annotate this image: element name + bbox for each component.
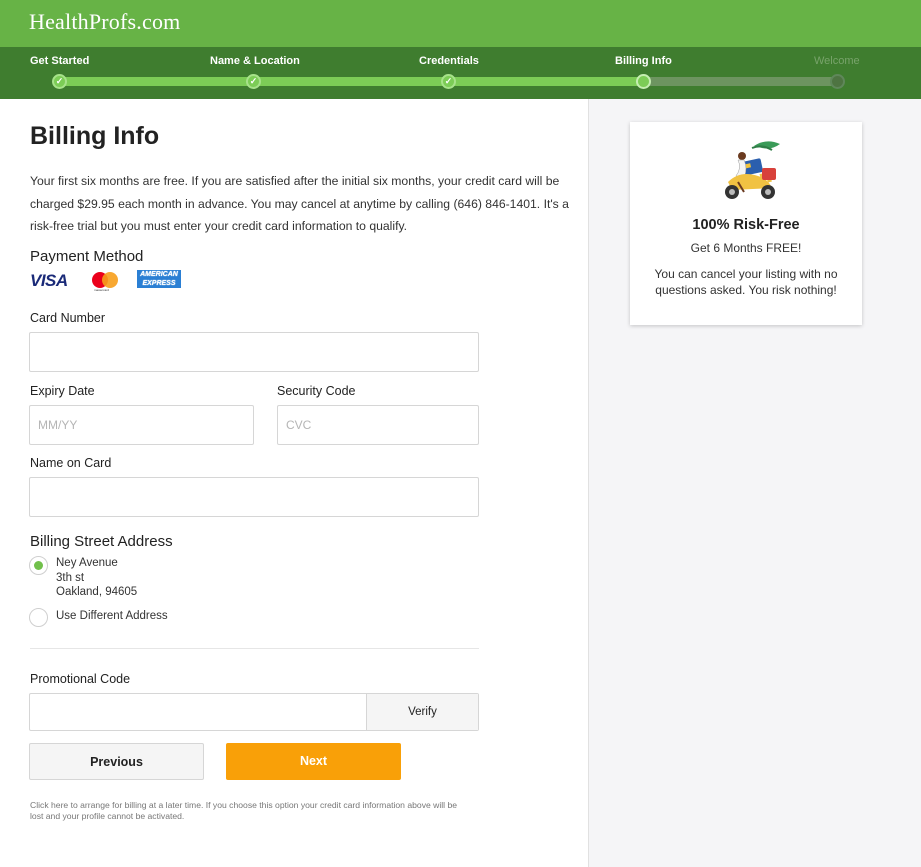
sidebar: 100% Risk-Free Get 6 Months FREE! You ca…: [590, 99, 921, 867]
payment-method-heading: Payment Method: [30, 248, 144, 265]
billing-address-heading: Billing Street Address: [30, 533, 173, 550]
card-number-label: Card Number: [30, 311, 106, 325]
step-label-billing-info: Billing Info: [615, 55, 672, 67]
name-on-card-input[interactable]: [29, 477, 479, 517]
step-label-welcome: Welcome: [814, 55, 860, 67]
security-code-label: Security Code: [277, 384, 356, 398]
saved-address-radio[interactable]: [29, 556, 48, 575]
step-label-name-location: Name & Location: [210, 55, 300, 67]
mastercard-logo: mastercard: [92, 272, 120, 292]
progress-track-complete: [58, 77, 648, 86]
saved-address[interactable]: Ney Avenue 3th st Oakland, 94605: [56, 556, 137, 600]
section-divider: [30, 648, 479, 649]
expiry-date-label: Expiry Date: [30, 384, 95, 398]
different-address-label[interactable]: Use Different Address: [56, 610, 168, 622]
promo-code-label: Promotional Code: [30, 672, 131, 686]
security-code-input[interactable]: [277, 405, 479, 445]
step-label-get-started: Get Started: [30, 55, 90, 67]
risk-free-title: 100% Risk-Free: [692, 217, 800, 233]
verify-button[interactable]: Verify: [366, 694, 478, 730]
healthprofs-logo[interactable]: HealthProfs.com: [29, 9, 180, 35]
progress-track-remaining: [640, 77, 840, 86]
step-current-dot: [636, 74, 651, 89]
risk-free-body: You can cancel your listing with no ques…: [654, 267, 838, 297]
promo-code-group: Verify: [29, 693, 479, 731]
address-line2: 3th st: [56, 571, 85, 584]
amex-logo: AMERICAN EXPRESS: [135, 270, 183, 290]
promo-code-input[interactable]: [30, 694, 366, 730]
step-label-credentials: Credentials: [419, 55, 479, 67]
card-number-input[interactable]: [29, 332, 479, 372]
different-address-radio[interactable]: [29, 608, 48, 627]
risk-free-subtitle: Get 6 Months FREE!: [690, 241, 802, 255]
address-line3: Oakland, 94605: [56, 586, 138, 598]
risk-free-card: 100% Risk-Free Get 6 Months FREE! You ca…: [630, 122, 862, 325]
next-button[interactable]: Next: [226, 743, 401, 780]
billing-later-link[interactable]: Click here to arrange for billing at a l…: [30, 800, 470, 822]
step-pending-dot: [830, 74, 845, 89]
name-on-card-label: Name on Card: [30, 456, 112, 470]
previous-button[interactable]: Previous: [29, 743, 204, 780]
progress-stepper: Get Started Name & Location Credentials …: [0, 47, 921, 99]
top-header: HealthProfs.com: [0, 0, 921, 47]
step-check-icon: ✓: [441, 74, 456, 89]
page-title: Billing Info: [30, 122, 160, 150]
billing-intro-text: Your first six months are free. If you a…: [30, 174, 569, 233]
address-line1: Ney Avenue: [56, 557, 118, 569]
visa-logo: VISA: [30, 271, 68, 290]
step-check-icon: ✓: [52, 74, 67, 89]
step-check-icon: ✓: [246, 74, 261, 89]
scooter-rider-illustration: [725, 141, 780, 199]
expiry-date-input[interactable]: [29, 405, 254, 445]
billing-form-panel: Billing Info Your first six months are f…: [0, 99, 589, 867]
